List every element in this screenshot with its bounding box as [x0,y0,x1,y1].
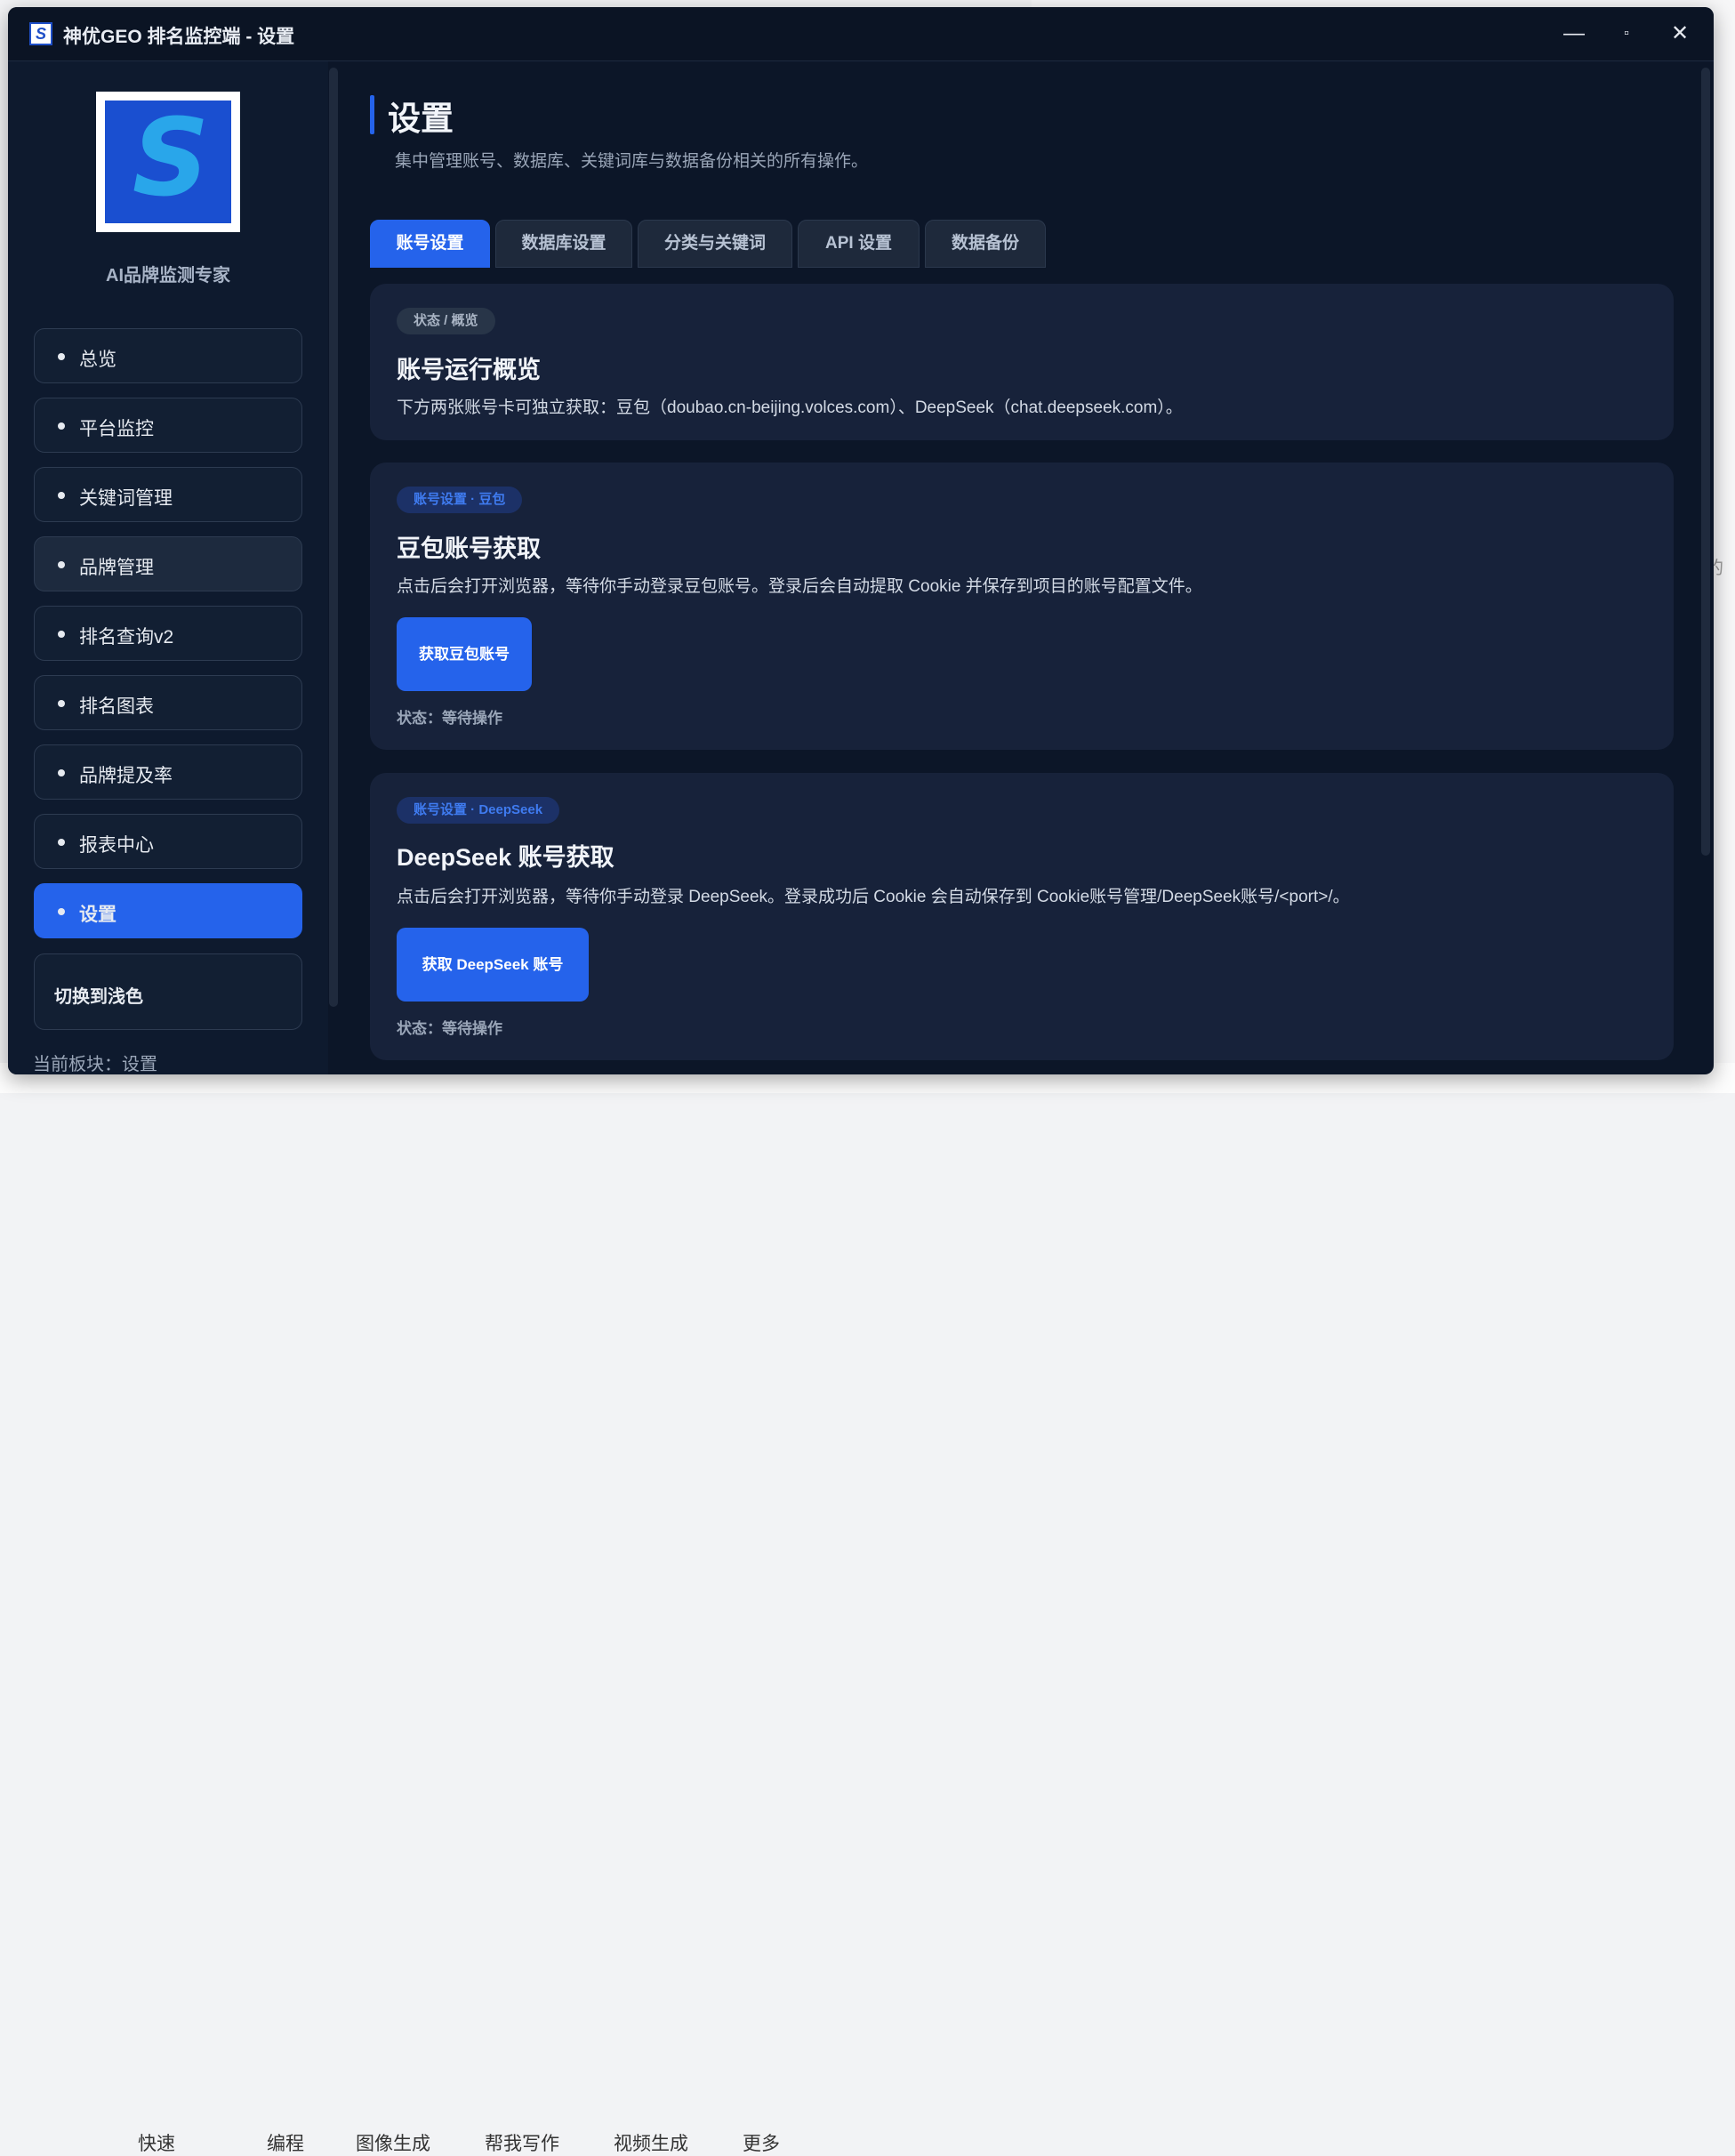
deepseek-card: 账号设置 · DeepSeek DeepSeek 账号获取 点击后会打开浏览器，… [370,773,1674,1060]
doubao-title: 豆包账号获取 [397,535,541,562]
doubao-tag: 账号设置 · 豆包 [397,487,523,513]
doubao-card: 账号设置 · 豆包 豆包账号获取 点击后会打开浏览器，等待你手动登录豆包账号。登… [370,463,1674,750]
maximize-button[interactable]: ▫ [1601,16,1652,52]
sidebar-scrollbar[interactable] [329,68,338,1007]
current-block-label: 当前板块：设置 [33,1055,157,1074]
title-bar[interactable]: S 神优GEO 排名监控端 - 设置 — ▫ ✕ [8,7,1714,61]
close-button[interactable]: ✕ [1654,16,1706,52]
bg-item-quick: 快速 [138,2134,175,2154]
overview-title: 账号运行概览 [397,357,541,383]
theme-toggle-button[interactable]: 切换到浅色 [34,953,302,1030]
sidebar-item-keywords[interactable]: 关键词管理 [34,467,302,522]
sidebar-item-label: 排名图表 [79,696,154,717]
sidebar-item-label: 关键词管理 [79,488,173,509]
deepseek-status: 状态：等待操作 [397,1020,502,1037]
bullet-icon [58,353,65,360]
doubao-desc: 点击后会打开浏览器，等待你手动登录豆包账号。登录后会自动提取 Cookie 并保… [397,577,1202,596]
bg-item-write: 帮我写作 [485,2134,559,2154]
sidebar-item-overview[interactable]: 总览 [34,328,302,383]
tab-database-settings[interactable]: 数据库设置 [495,220,632,268]
sidebar-item-mention-rate[interactable]: 品牌提及率 [34,744,302,800]
bullet-icon [58,492,65,499]
sidebar-item-label: 品牌管理 [79,558,154,578]
deepseek-title: DeepSeek 账号获取 [397,844,614,871]
overview-desc: 下方两张账号卡可独立获取：豆包（doubao.cn-beijing.volces… [397,398,1183,417]
brand-logo: S [96,92,240,232]
bullet-icon [58,700,65,707]
bg-item-code: 编程 [267,2134,304,2154]
bullet-icon [58,769,65,776]
deepseek-tag: 账号设置 · DeepSeek [397,797,560,824]
sidebar-item-label: 设置 [79,905,116,925]
get-doubao-account-button[interactable]: 获取豆包账号 [397,617,532,691]
page-title: 设置 [388,101,454,137]
sidebar-item-label: 平台监控 [79,419,154,439]
doubao-status: 状态：等待操作 [397,710,502,727]
theme-toggle-label: 切换到浅色 [54,987,143,1007]
tab-data-backup[interactable]: 数据备份 [925,220,1046,268]
brand-logo-glyph: S [132,97,210,221]
brand-subtitle: AI品牌监测专家 [106,266,230,286]
sidebar-item-label: 总览 [79,350,116,370]
app-window: S 神优GEO 排名监控端 - 设置 — ▫ ✕ S AI品牌监测专家 总览 平… [8,7,1714,1074]
bg-item-image: 图像生成 [356,2134,430,2154]
main-content: 设置 集中管理账号、数据库、关键词库与数据备份相关的所有操作。 账号设置 数据库… [339,61,1701,1074]
bg-item-video: 视频生成 [614,2134,688,2154]
get-deepseek-account-button[interactable]: 获取 DeepSeek 账号 [397,928,589,1002]
sidebar-item-reports[interactable]: 报表中心 [34,814,302,869]
overview-card: 状态 / 概览 账号运行概览 下方两张账号卡可独立获取：豆包（doubao.cn… [370,284,1674,440]
sidebar-item-label: 排名查询v2 [79,627,174,648]
bg-item-more: 更多 [743,2134,780,2154]
bullet-icon [58,839,65,846]
bullet-icon [58,631,65,638]
sidebar-item-settings[interactable]: 设置 [34,883,302,938]
sidebar-item-rank-query[interactable]: 排名查询v2 [34,606,302,661]
sidebar-item-label: 品牌提及率 [79,766,173,786]
tab-categories-keywords[interactable]: 分类与关键词 [638,220,792,268]
sidebar: S AI品牌监测专家 总览 平台监控 关键词管理 品牌管理 排名查询v2 排名图… [8,61,328,1074]
page-subtitle: 集中管理账号、数据库、关键词库与数据备份相关的所有操作。 [395,152,869,171]
bullet-icon [58,908,65,915]
sidebar-item-brands[interactable]: 品牌管理 [34,536,302,591]
sidebar-item-label: 报表中心 [79,835,154,856]
main-scrollbar[interactable] [1701,68,1710,856]
bullet-icon [58,561,65,568]
deepseek-desc: 点击后会打开浏览器，等待你手动登录 DeepSeek。登录成功后 Cookie … [397,888,1350,906]
sidebar-item-platform-monitor[interactable]: 平台监控 [34,398,302,453]
tab-account-settings[interactable]: 账号设置 [370,220,490,268]
title-accent-bar [370,95,374,134]
brand-logo-icon: S [105,101,231,223]
overview-tag: 状态 / 概览 [397,308,495,334]
sidebar-item-rank-chart[interactable]: 排名图表 [34,675,302,730]
minimize-button[interactable]: — [1548,16,1600,52]
window-title: 神优GEO 排名监控端 - 设置 [63,27,295,47]
app-logo-icon: S [29,22,52,45]
tab-api-settings[interactable]: API 设置 [798,220,920,268]
bullet-icon [58,422,65,430]
